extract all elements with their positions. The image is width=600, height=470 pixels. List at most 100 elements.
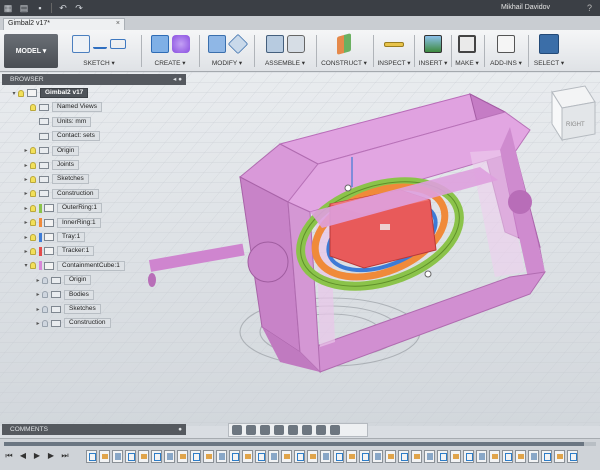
expand-toggle-icon[interactable]: ▸: [22, 162, 30, 169]
visibility-bulb-icon[interactable]: [30, 190, 36, 198]
browser-item[interactable]: ▸ Origin: [22, 145, 80, 156]
timeline-feature[interactable]: [502, 450, 513, 463]
addins-menu[interactable]: ADD-INS ▾: [486, 59, 526, 67]
form-icon[interactable]: [171, 35, 190, 53]
construct-menu[interactable]: CONSTRUCT ▾: [318, 59, 370, 67]
timeline-feature[interactable]: [541, 450, 552, 463]
measure-icon[interactable]: [384, 41, 404, 47]
grid-settings-icon[interactable]: [316, 425, 326, 435]
timeline-feature[interactable]: [151, 450, 162, 463]
browser-item[interactable]: ▸ Joints: [22, 160, 79, 170]
visibility-bulb-icon[interactable]: [30, 233, 36, 241]
pivot-marker[interactable]: [344, 184, 352, 192]
save-icon[interactable]: ▪: [32, 0, 48, 16]
visibility-bulb-icon[interactable]: [42, 276, 48, 284]
inspect-menu[interactable]: INSPECT ▾: [374, 59, 414, 67]
offset-plane-icon[interactable]: [337, 33, 351, 55]
undo-icon[interactable]: ↶: [55, 0, 71, 16]
timeline-feature[interactable]: [385, 450, 396, 463]
assemble-menu[interactable]: ASSEMBLE ▾: [258, 59, 312, 67]
timeline-feature[interactable]: [203, 450, 214, 463]
timeline-feature[interactable]: [515, 450, 526, 463]
expand-toggle-icon[interactable]: ▸: [34, 320, 42, 327]
expand-toggle-icon[interactable]: ▸: [22, 234, 30, 241]
sketch-group[interactable]: SKETCH ▾: [64, 32, 134, 70]
line-tool-icon[interactable]: [93, 39, 107, 49]
timeline-feature[interactable]: [216, 450, 227, 463]
timeline-feature[interactable]: [99, 450, 110, 463]
browser-item[interactable]: Units: mm: [22, 116, 92, 127]
timeline-feature[interactable]: [450, 450, 461, 463]
visibility-bulb-icon[interactable]: [30, 204, 36, 212]
timeline-feature[interactable]: [255, 450, 266, 463]
insert-menu[interactable]: INSERT ▾: [415, 59, 451, 67]
create-group[interactable]: CREATE ▾: [146, 32, 194, 70]
timeline-feature[interactable]: [320, 450, 331, 463]
timeline-feature[interactable]: [190, 450, 201, 463]
joint-icon[interactable]: [286, 35, 305, 53]
comments-panel[interactable]: COMMENTS ●: [2, 424, 186, 435]
visibility-bulb-icon[interactable]: [30, 262, 36, 270]
viewports-icon[interactable]: [330, 425, 340, 435]
expand-toggle-icon[interactable]: ▸: [22, 248, 30, 255]
timeline-feature[interactable]: [463, 450, 474, 463]
close-tab-icon[interactable]: ×: [116, 19, 120, 29]
sketch-menu[interactable]: SKETCH ▾: [64, 59, 134, 67]
scripts-icon[interactable]: [497, 35, 515, 53]
timeline-feature[interactable]: [437, 450, 448, 463]
insert-image-icon[interactable]: [424, 35, 442, 53]
orbit-icon[interactable]: [232, 425, 242, 435]
timeline-feature[interactable]: [307, 450, 318, 463]
browser-item[interactable]: ▸ InnerRing:1: [22, 217, 101, 228]
viewcube[interactable]: RIGHT: [551, 85, 596, 142]
browser-item[interactable]: ▸ Bodies: [34, 289, 94, 300]
visibility-bulb-icon[interactable]: [30, 161, 36, 169]
visibility-bulb-icon[interactable]: [42, 319, 48, 327]
timeline-feature[interactable]: [359, 450, 370, 463]
visibility-bulb-icon[interactable]: [30, 147, 36, 155]
timeline-scrubber[interactable]: [4, 442, 596, 446]
visibility-bulb-icon[interactable]: [30, 247, 36, 255]
file-menu-icon[interactable]: ▤: [16, 0, 32, 16]
visibility-bulb-icon[interactable]: [42, 305, 48, 313]
timeline-feature[interactable]: [567, 450, 578, 463]
go-to-end-icon[interactable]: ⏭: [60, 451, 70, 461]
expand-toggle-icon[interactable]: ▸: [22, 219, 30, 226]
timeline-feature[interactable]: [229, 450, 240, 463]
timeline-feature[interactable]: [281, 450, 292, 463]
timeline-feature[interactable]: [372, 450, 383, 463]
timeline-feature[interactable]: [268, 450, 279, 463]
extrude-icon[interactable]: [150, 35, 169, 53]
timeline-feature[interactable]: [125, 450, 136, 463]
expand-toggle-icon[interactable]: ▸: [22, 205, 30, 212]
assemble-group[interactable]: ASSEMBLE ▾: [258, 32, 312, 70]
inspect-group[interactable]: INSPECT ▾: [374, 32, 414, 70]
step-back-icon[interactable]: ◀: [18, 451, 28, 461]
pivot-marker[interactable]: [424, 270, 432, 278]
timeline-feature[interactable]: [398, 450, 409, 463]
make-menu[interactable]: MAKE ▾: [452, 59, 482, 67]
3d-print-icon[interactable]: [458, 35, 476, 53]
timeline-feature[interactable]: [411, 450, 422, 463]
timeline-feature[interactable]: [242, 450, 253, 463]
browser-item[interactable]: ▸ Tracker:1: [22, 246, 95, 257]
help-button[interactable]: ?: [587, 0, 592, 16]
pan-icon[interactable]: [260, 425, 270, 435]
insert-group[interactable]: INSERT ▾: [415, 32, 451, 70]
browser-item[interactable]: ▸ Construction: [34, 318, 111, 329]
timeline-feature[interactable]: [554, 450, 565, 463]
go-to-start-icon[interactable]: ⏮: [4, 451, 14, 461]
addins-group[interactable]: ADD-INS ▾: [486, 32, 526, 70]
browser-collapse-icon[interactable]: ◂ ●: [173, 74, 182, 85]
workspace-switcher-button[interactable]: MODEL ▾: [4, 34, 58, 68]
timeline-feature[interactable]: [528, 450, 539, 463]
visibility-bulb-icon[interactable]: [30, 219, 36, 227]
timeline-feature[interactable]: [164, 450, 175, 463]
timeline-feature[interactable]: [86, 450, 97, 463]
browser-item[interactable]: ▸ Origin: [34, 275, 92, 286]
select-menu[interactable]: SELECT ▾: [531, 59, 567, 67]
visibility-bulb-icon[interactable]: [42, 291, 48, 299]
construct-group[interactable]: CONSTRUCT ▾: [318, 32, 370, 70]
expand-toggle-icon[interactable]: ▸: [22, 190, 30, 197]
press-pull-icon[interactable]: [207, 35, 226, 53]
